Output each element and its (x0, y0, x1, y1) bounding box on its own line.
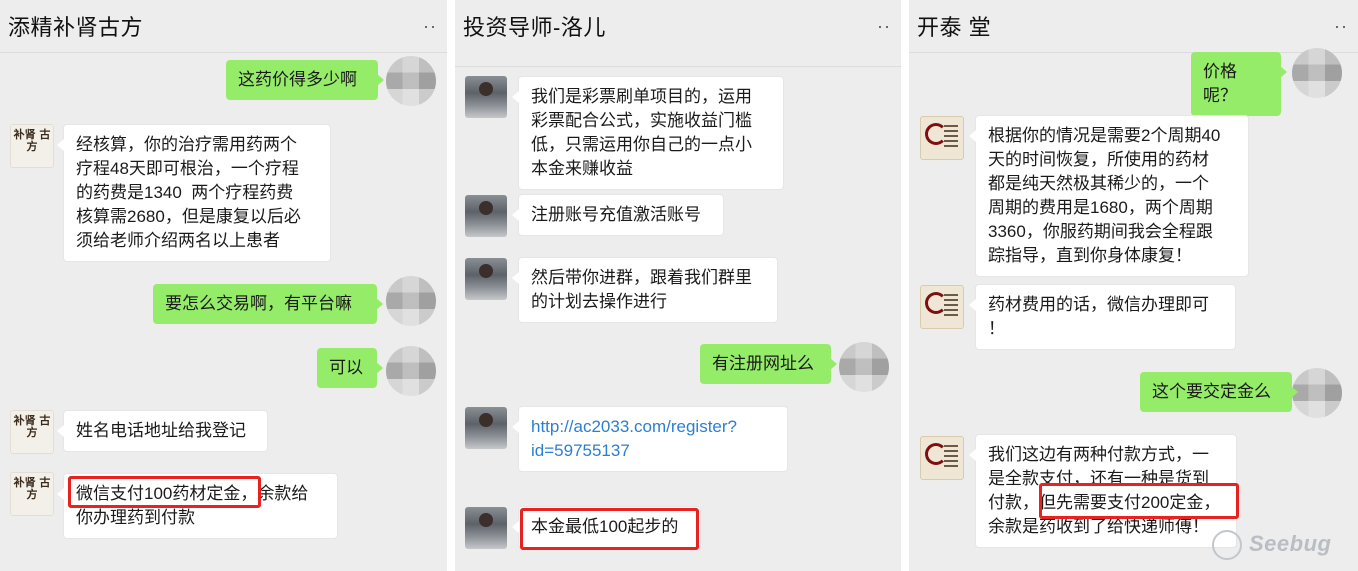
watermark-text: Seebug (1249, 531, 1332, 556)
message-bubble-incoming: 经核算，你的治疗需用药两个 疗程48天即可根治，一个疗程 的药费是1340 两个… (57, 124, 331, 262)
message-bubble-outgoing: 有注册网址么 (700, 344, 837, 384)
contact-avatar[interactable] (920, 116, 964, 160)
contact-avatar[interactable]: 补肾 古方 (10, 472, 54, 516)
message-bubble-outgoing: 要怎么交易啊，有平台嘛 (153, 284, 383, 324)
contact-avatar[interactable]: 补肾 古方 (10, 124, 54, 168)
register-link[interactable]: http://ac2033.com/register? id=59755137 (512, 406, 788, 472)
my-avatar[interactable] (1292, 368, 1342, 418)
chat-panel-2: 投资导师-洛儿 ·· 我们是彩票刷单项目的，运用 彩票配合公式，实施收益门槛 低… (455, 0, 901, 571)
contact-avatar[interactable] (465, 195, 507, 237)
message-bubble-outgoing: 这药价得多少啊 (226, 60, 384, 100)
message-bubble-outgoing: 这个要交定金么 (1140, 372, 1298, 412)
message-bubble-incoming: 注册账号充值激活账号 (512, 194, 724, 236)
highlight-box (68, 476, 261, 508)
chat-panel-3: 开泰 堂 ·· 价格呢？ 根据你的情况是需要2个周期40 天的时间恢复，所使用的… (909, 0, 1358, 571)
contact-avatar[interactable]: 补肾 古方 (10, 410, 54, 454)
message-bubble-incoming: 姓名电话地址给我登记 (57, 410, 268, 452)
more-options-icon[interactable]: ·· (1334, 16, 1348, 37)
chat-title: 投资导师-洛儿 (463, 15, 606, 40)
avatar-seal-text: 补肾 古方 (13, 476, 51, 501)
contact-avatar[interactable] (465, 507, 507, 549)
my-avatar[interactable] (839, 342, 889, 392)
message-bubble-incoming: 我们是彩票刷单项目的，运用 彩票配合公式，实施收益门槛 低，只需运用你自己的一点… (512, 76, 784, 190)
chat-title: 添精补肾古方 (8, 15, 144, 40)
my-avatar[interactable] (386, 56, 436, 106)
avatar-seal-text: 补肾 古方 (13, 414, 51, 439)
contact-avatar[interactable] (465, 258, 507, 300)
my-avatar[interactable] (386, 276, 436, 326)
my-avatar[interactable] (1292, 48, 1342, 98)
divider (909, 52, 1358, 53)
message-bubble-outgoing: 价格呢？ (1191, 52, 1287, 116)
chat-panel-1: 添精补肾古方 ·· 这药价得多少啊 补肾 古方 经核算，你的治疗需用药两个 疗程… (0, 0, 447, 571)
contact-avatar[interactable] (465, 76, 507, 118)
highlight-box (520, 508, 699, 550)
contact-avatar[interactable] (465, 407, 507, 449)
message-bubble-incoming: 根据你的情况是需要2个周期40 天的时间恢复，所使用的药材 都是纯天然极其稀少的… (969, 115, 1249, 277)
highlight-box (1039, 483, 1239, 519)
message-bubble-incoming: 然后带你进群，跟着我们群里 的计划去操作进行 (512, 257, 778, 323)
more-options-icon[interactable]: ·· (423, 16, 437, 37)
seebug-logo-icon (1212, 530, 1242, 560)
contact-avatar[interactable] (920, 436, 964, 480)
divider (455, 66, 901, 67)
message-bubble-incoming: 药材费用的话，微信办理即可 ！ (969, 284, 1236, 350)
avatar-seal-text: 补肾 古方 (13, 128, 51, 153)
my-avatar[interactable] (386, 346, 436, 396)
chat-title: 开泰 堂 (917, 15, 992, 40)
divider (0, 52, 447, 53)
contact-avatar[interactable] (920, 285, 964, 329)
more-options-icon[interactable]: ·· (877, 16, 891, 37)
message-bubble-outgoing: 可以 (317, 348, 383, 388)
